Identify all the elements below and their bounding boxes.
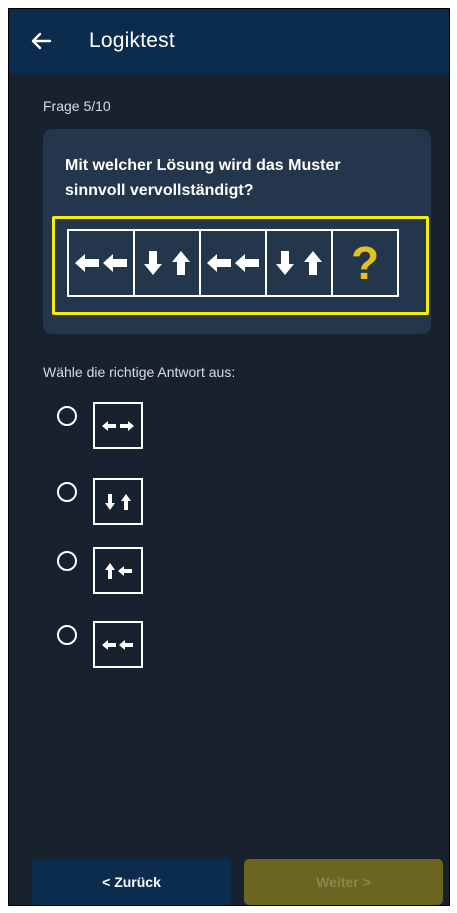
arrow-left-left-icon [102, 639, 133, 650]
sequence-cell-missing: ? [331, 229, 399, 297]
arrow-down-up-icon [105, 493, 131, 510]
answer-option-3[interactable] [55, 547, 165, 603]
arrow-left-left-icon [207, 254, 259, 272]
sequence-cell [199, 229, 267, 297]
answer-option-1[interactable] [55, 402, 165, 458]
arrow-left-left-icon [75, 254, 127, 272]
option-image[interactable] [93, 478, 143, 525]
sequence-cell [265, 229, 333, 297]
question-card: Mit welcher Lösung wird das Muster sinnv… [43, 129, 431, 334]
arrow-left-right-icon [102, 420, 134, 431]
next-button[interactable]: Weiter > [244, 859, 443, 905]
option-image[interactable] [93, 621, 143, 668]
arrow-down-up-icon [276, 251, 322, 275]
sequence-cell [67, 229, 135, 297]
back-button[interactable]: < Zurück [32, 859, 231, 905]
back-arrow-icon[interactable] [27, 27, 55, 55]
radio-button[interactable] [57, 406, 77, 426]
app-screen: Logiktest Frage 5/10 Mit welcher Lösung … [8, 8, 450, 906]
question-text: Mit welcher Lösung wird das Muster sinnv… [65, 157, 341, 199]
answer-option-4[interactable] [55, 621, 165, 677]
option-image[interactable] [93, 402, 143, 449]
question-progress: Frage 5/10 [43, 98, 111, 114]
sequence-cell [133, 229, 201, 297]
option-image[interactable] [93, 547, 143, 594]
arrow-up-left-icon [105, 562, 132, 579]
arrow-down-up-icon [144, 251, 190, 275]
answer-prompt: Wähle die richtige Antwort aus: [43, 364, 236, 380]
radio-button[interactable] [57, 482, 77, 502]
app-bar: Logiktest [9, 9, 449, 73]
answer-option-2[interactable] [55, 478, 165, 534]
question-mark: ? [350, 237, 380, 289]
radio-button[interactable] [57, 551, 77, 571]
pattern-sequence: ? [67, 229, 399, 297]
radio-button[interactable] [57, 625, 77, 645]
page-title: Logiktest [89, 29, 175, 52]
